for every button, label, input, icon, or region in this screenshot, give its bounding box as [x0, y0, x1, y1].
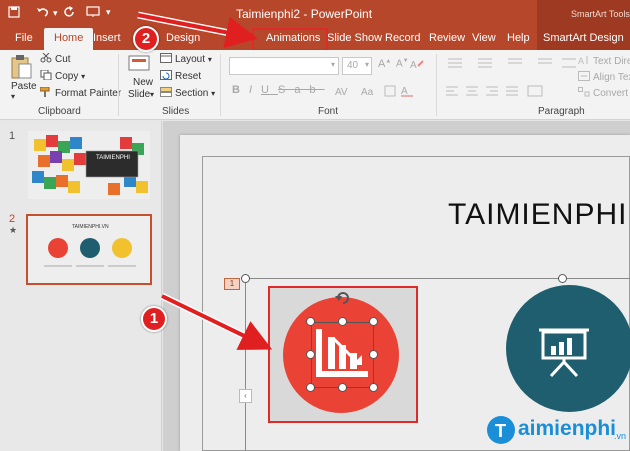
taimienphi-watermark: T aimienphi .vn	[486, 413, 630, 447]
svg-text:T: T	[495, 421, 506, 441]
step-2-badge: 2	[133, 26, 159, 52]
taimienphi-logo: T	[487, 416, 515, 444]
watermark-suffix: .vn	[614, 431, 627, 441]
annotation-arrows	[137, 11, 273, 350]
step-1-badge: 1	[141, 306, 167, 332]
watermark-text: aimienphi	[518, 417, 617, 440]
